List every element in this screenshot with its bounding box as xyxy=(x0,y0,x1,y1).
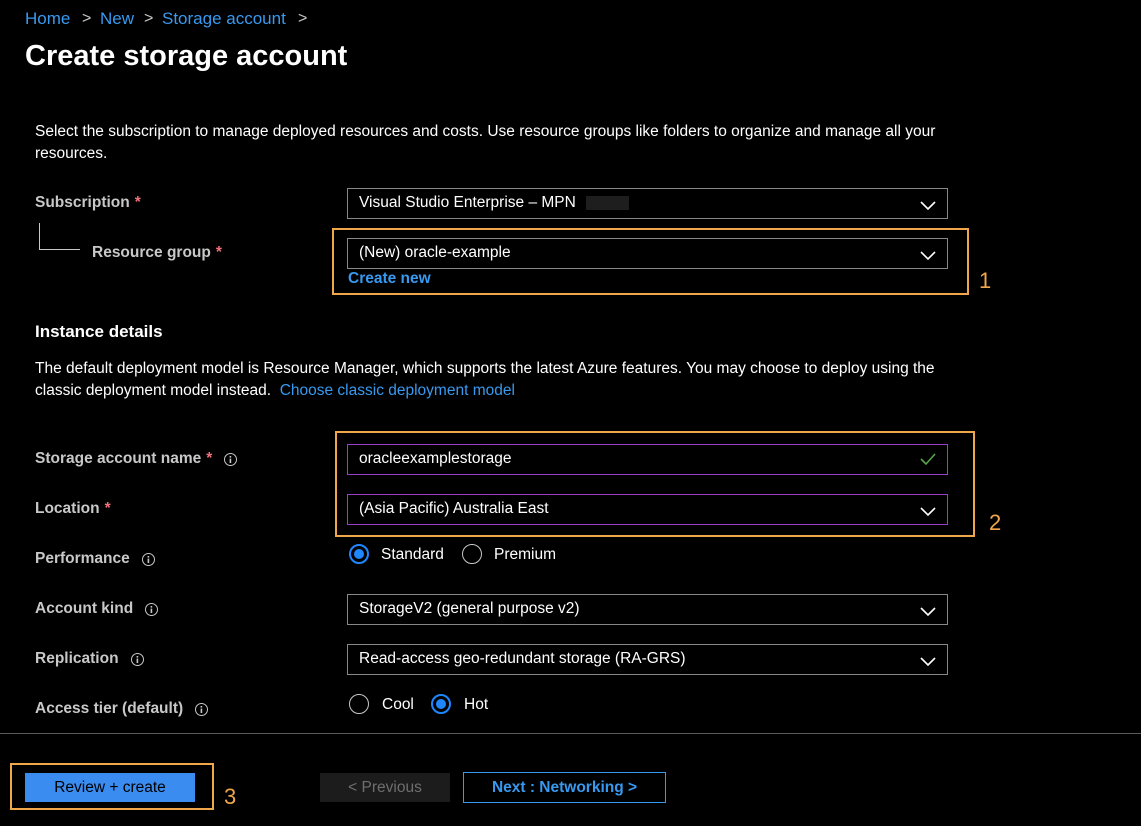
storage-account-name-label: Storage account name * xyxy=(35,450,238,468)
chevron-down-icon xyxy=(920,654,936,672)
breadcrumb-separator: > xyxy=(298,10,308,27)
required-marker: * xyxy=(206,450,213,467)
replication-dropdown[interactable]: Read-access geo-redundant storage (RA-GR… xyxy=(347,644,948,675)
account-kind-value: StorageV2 (general purpose v2) xyxy=(359,600,580,617)
tree-connector xyxy=(39,223,40,249)
replication-label: Replication xyxy=(35,650,144,668)
account-kind-label: Account kind xyxy=(35,600,159,618)
required-marker: * xyxy=(134,194,141,211)
info-icon[interactable] xyxy=(141,552,155,566)
previous-button[interactable]: < Previous xyxy=(320,773,450,802)
info-icon[interactable] xyxy=(224,452,238,466)
access-tier-label: Access tier (default) xyxy=(35,700,209,718)
chevron-down-icon xyxy=(920,604,936,622)
info-icon[interactable] xyxy=(130,652,144,666)
callout-3: 3 xyxy=(224,784,237,809)
required-marker: * xyxy=(104,500,111,517)
breadcrumb-separator: > xyxy=(144,10,154,27)
highlight-box-1 xyxy=(332,228,969,295)
info-icon[interactable] xyxy=(195,702,209,716)
location-label: Location * xyxy=(35,500,111,517)
info-icon[interactable] xyxy=(145,602,159,616)
performance-standard-radio[interactable] xyxy=(349,544,369,564)
performance-premium-radio[interactable] xyxy=(462,544,482,564)
callout-2: 2 xyxy=(989,510,1002,535)
subscription-dropdown[interactable]: Visual Studio Enterprise – MPN xyxy=(347,188,948,219)
access-tier-hot-label: Hot xyxy=(464,696,489,713)
breadcrumb-storage-account[interactable]: Storage account xyxy=(162,9,286,29)
account-kind-dropdown[interactable]: StorageV2 (general purpose v2) xyxy=(347,594,948,625)
highlight-box-2 xyxy=(335,431,975,537)
highlight-box-3 xyxy=(10,763,214,810)
subscription-label: Subscription * xyxy=(35,194,141,211)
performance-label: Performance xyxy=(35,550,155,568)
callout-1: 1 xyxy=(979,268,992,293)
subscription-value: Visual Studio Enterprise – MPN xyxy=(359,194,576,211)
instance-details-description: The default deployment model is Resource… xyxy=(35,360,935,399)
redacted-text xyxy=(586,196,629,210)
access-tier-cool-radio[interactable] xyxy=(349,694,369,714)
breadcrumb-separator: > xyxy=(82,10,92,27)
next-networking-button[interactable]: Next : Networking > xyxy=(463,772,666,803)
chevron-down-icon xyxy=(920,198,936,216)
page-title: Create storage account xyxy=(25,40,348,72)
classic-deployment-link[interactable]: Choose classic deployment model xyxy=(280,382,515,399)
access-tier-hot-radio[interactable] xyxy=(431,694,451,714)
breadcrumb-new[interactable]: New xyxy=(100,9,134,29)
instance-details-heading: Instance details xyxy=(35,322,163,341)
performance-premium-label: Premium xyxy=(494,546,557,563)
performance-standard-label: Standard xyxy=(381,546,444,563)
breadcrumb-home[interactable]: Home xyxy=(25,9,70,29)
intro-text: Select the subscription to manage deploy… xyxy=(35,123,936,162)
resource-group-label: Resource group * xyxy=(92,244,222,261)
footer-divider xyxy=(0,733,1141,734)
replication-value: Read-access geo-redundant storage (RA-GR… xyxy=(359,650,686,667)
tree-connector xyxy=(39,249,80,250)
required-marker: * xyxy=(215,244,222,261)
access-tier-cool-label: Cool xyxy=(382,696,414,713)
